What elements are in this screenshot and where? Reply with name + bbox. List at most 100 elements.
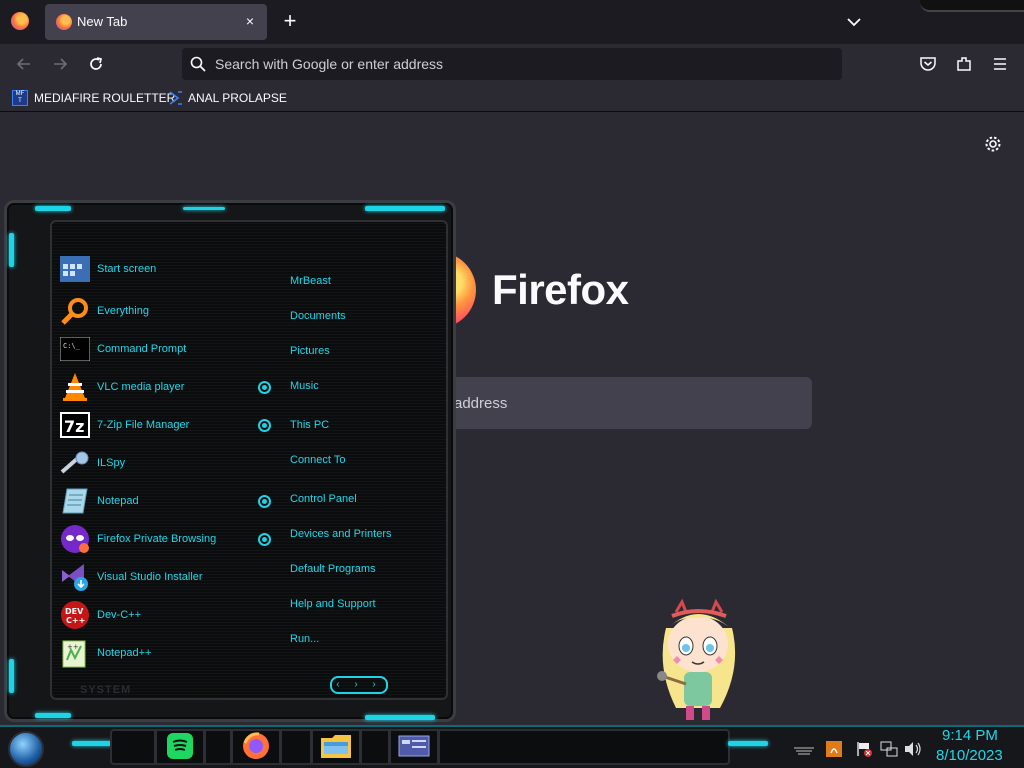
program-devcpp[interactable]: DEV C++ Dev-C++ [60, 599, 260, 631]
spotify-taskbar-button[interactable] [154, 731, 206, 765]
firefox-view-icon[interactable] [11, 12, 29, 30]
tab-new-tab[interactable]: New Tab × [45, 4, 267, 40]
program-command-prompt[interactable]: C:\_ Command Prompt [60, 333, 260, 365]
bookmarks-toolbar: MF T MEDIAFIRE ROULETTER ANAL PROLAPSE [0, 84, 1024, 112]
bookmark-second[interactable]: ANAL PROLAPSE [168, 89, 287, 107]
program-label: Dev-C++ [97, 609, 142, 621]
submenu-arrow-icon[interactable] [258, 533, 271, 546]
place-pictures[interactable]: Pictures [290, 345, 330, 357]
pocket-icon[interactable] [916, 52, 940, 76]
start-orb-icon[interactable] [8, 731, 44, 767]
program-label: Start screen [97, 263, 157, 275]
firefox-wordmark: Firefox [492, 266, 629, 313]
navigation-toolbar: Search with Google or enter address [0, 44, 1024, 84]
everything-search-icon [60, 296, 90, 326]
place-connect-to[interactable]: Connect To [290, 454, 345, 466]
7zip-icon: 7z [60, 410, 90, 440]
bookmark-mediafire[interactable]: MF T MEDIAFIRE ROULETTER [12, 89, 175, 107]
system-label: SYSTEM [80, 684, 132, 696]
place-documents[interactable]: Documents [290, 310, 346, 322]
program-label: Visual Studio Installer [97, 571, 203, 583]
show-hidden-icons-icon[interactable] [794, 741, 814, 757]
place-default-programs[interactable]: Default Programs [290, 563, 376, 575]
file-explorer-taskbar-button[interactable] [310, 731, 362, 765]
program-start-screen[interactable]: Start screen [60, 253, 260, 285]
taskbar-accent [728, 741, 768, 746]
frame-accent [365, 715, 435, 720]
back-arrow-icon[interactable] [12, 52, 36, 76]
start-menu-nav-arrows[interactable]: ‹ › › [330, 676, 388, 694]
place-this-pc[interactable]: This PC [290, 419, 329, 431]
program-vlc[interactable]: VLC media player [60, 371, 260, 403]
place-devices-and-printers[interactable]: Devices and Printers [290, 528, 392, 540]
desktop-character-image [646, 598, 750, 722]
java-update-icon[interactable] [826, 741, 842, 757]
program-label: VLC media player [97, 381, 185, 393]
chevron-down-icon[interactable] [844, 12, 864, 32]
svg-text:DEV: DEV [65, 607, 84, 616]
tab-title: New Tab [77, 14, 128, 29]
hamburger-menu-icon[interactable] [988, 52, 1012, 76]
clock-time[interactable]: 9:14 PM [942, 727, 998, 744]
firefox-icon [241, 731, 271, 766]
program-firefox-private[interactable]: Firefox Private Browsing [60, 523, 260, 555]
tab-strip: New Tab × + [0, 0, 1024, 44]
volume-icon[interactable] [904, 741, 921, 757]
visual-studio-installer-icon [60, 562, 90, 592]
window-controls[interactable] [920, 0, 1024, 12]
program-notepad[interactable]: Notepad [60, 485, 260, 517]
submenu-arrow-icon[interactable] [258, 381, 271, 394]
forward-arrow-icon[interactable] [48, 52, 72, 76]
svg-text:++: ++ [67, 643, 79, 651]
frame-accent [365, 206, 445, 211]
url-input-placeholder[interactable]: Search with Google or enter address [215, 56, 443, 72]
close-tab-icon[interactable]: × [241, 12, 259, 30]
extensions-icon[interactable] [952, 52, 976, 76]
notepadpp-icon: ++ [60, 638, 90, 668]
url-bar[interactable]: Search with Google or enter address [182, 48, 842, 80]
program-7zip[interactable]: 7z 7-Zip File Manager [60, 409, 260, 441]
clock-date[interactable]: 8/10/2023 [936, 747, 1003, 764]
program-everything[interactable]: Everything [60, 295, 260, 327]
control-panel-taskbar-button[interactable] [388, 731, 440, 765]
submenu-arrow-icon[interactable] [258, 495, 271, 508]
svg-text:7z: 7z [64, 417, 84, 436]
place-music[interactable]: Music [290, 380, 319, 392]
bookmark-sigma-icon [168, 90, 184, 106]
taskbar [0, 725, 1024, 768]
place-help-and-support[interactable]: Help and Support [290, 598, 376, 610]
firefox-taskbar-button[interactable] [230, 731, 282, 765]
svg-text:C:\_: C:\_ [63, 342, 81, 350]
start-screen-icon [60, 254, 90, 284]
file-explorer-icon [320, 732, 352, 765]
spotify-icon [166, 732, 194, 765]
frame-accent [35, 713, 71, 718]
firefox-tab-icon [56, 14, 72, 30]
program-label: Command Prompt [97, 343, 187, 355]
notepad-icon [60, 486, 90, 516]
program-ilspy[interactable]: ILSpy [60, 447, 260, 479]
program-label: Notepad [97, 495, 139, 507]
vlc-icon [60, 372, 90, 402]
bookmark-label: ANAL PROLAPSE [188, 91, 287, 105]
newtab-search-placeholder: address [454, 395, 508, 412]
network-icon[interactable] [880, 741, 898, 757]
program-notepadpp[interactable]: ++ Notepad++ [60, 637, 260, 669]
place-mrbeast[interactable]: MrBeast [290, 275, 331, 287]
program-label: ILSpy [97, 457, 126, 469]
submenu-arrow-icon[interactable] [258, 419, 271, 432]
gear-icon[interactable] [984, 135, 1002, 153]
program-vs-installer[interactable]: Visual Studio Installer [60, 561, 260, 593]
control-panel-icon [398, 733, 430, 764]
program-label: Everything [97, 305, 149, 317]
program-label: 7-Zip File Manager [97, 419, 190, 431]
reload-icon[interactable] [84, 52, 108, 76]
frame-accent [9, 233, 14, 267]
place-control-panel[interactable]: Control Panel [290, 493, 357, 505]
mediafire-icon: MF T [12, 90, 28, 106]
frame-accent [35, 206, 71, 211]
place-run[interactable]: Run... [290, 633, 319, 645]
devcpp-icon: DEV C++ [60, 600, 90, 630]
new-tab-button[interactable]: + [278, 10, 302, 34]
action-center-flag-icon[interactable] [856, 741, 872, 757]
